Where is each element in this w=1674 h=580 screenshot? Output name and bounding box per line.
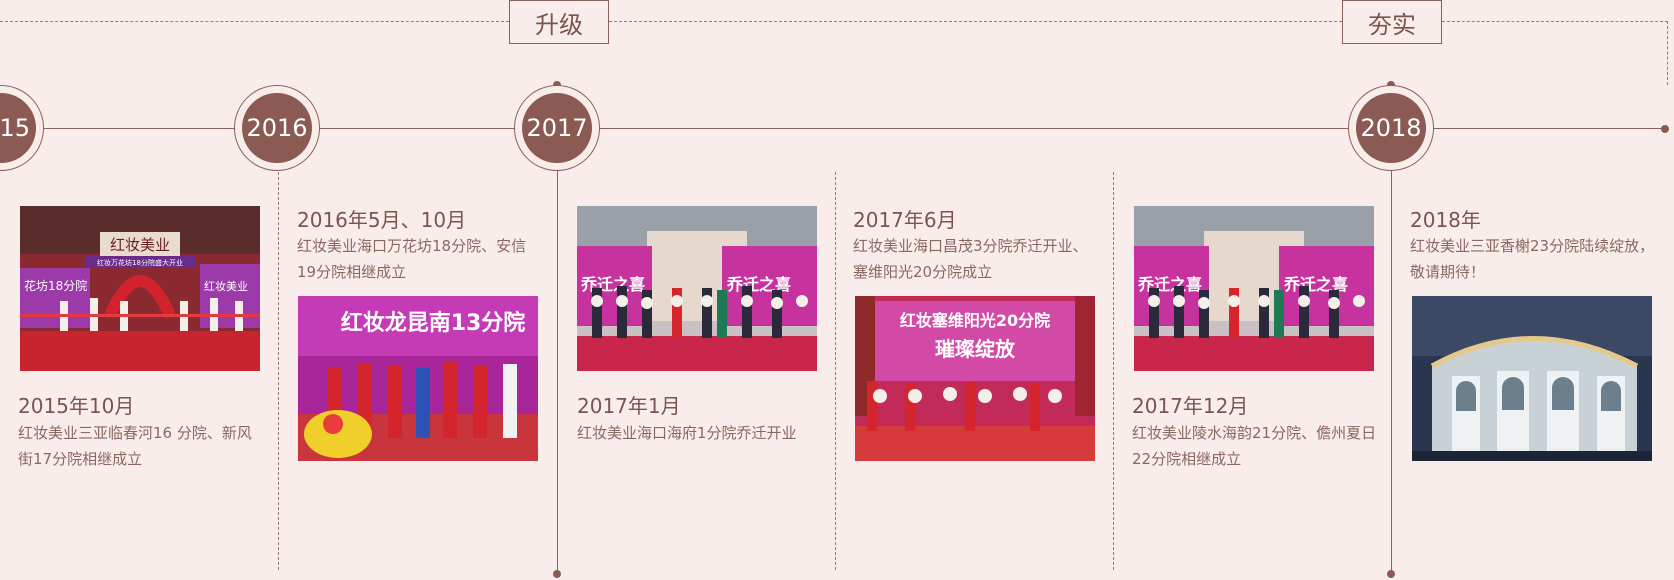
phase-line-right-end: [1667, 21, 1668, 85]
photo-2015-right-banner: 红妆美业: [204, 280, 248, 293]
event-date-2015-10: 2015年10月: [18, 394, 135, 418]
connector-2018-dot: [1387, 570, 1395, 578]
connector-2017-dot: [553, 570, 561, 578]
connector-2018: [1391, 171, 1392, 571]
event-date-2016: 2016年5月、10月: [297, 208, 467, 232]
photo-2017c-left-banner: 乔迁之喜: [1137, 275, 1202, 294]
event-desc-2017-01: 红妆美业海口海府1分院乔迁开业: [577, 424, 797, 442]
event-desc-2018: 红妆美业三亚香榭23分院陆续绽放，敬请期待！: [1410, 237, 1655, 281]
event-photo-2017-01: 乔迁之喜 乔迁之喜: [577, 206, 817, 371]
event-date-2018: 2018年: [1410, 208, 1481, 232]
event-photo-2017-12: 乔迁之喜 乔迁之喜: [1134, 206, 1374, 371]
year-label-2016: 2016: [242, 93, 312, 163]
event-desc-2015-10: 红妆美业三亚临春河16 分院、新风街17分院相继成立: [18, 424, 252, 468]
year-marker-2015: 15: [0, 85, 44, 171]
event-photo-2017-06: 红妆塞维阳光20分院 璀璨绽放: [855, 296, 1095, 461]
timeline-end-dot: [1661, 125, 1669, 133]
photo-2015-left-banner: 花坊18分院: [24, 278, 87, 293]
phase-line-right: [1442, 21, 1668, 22]
event-desc-2016: 红妆美业海口万花坊18分院、安信19分院相继成立: [297, 237, 527, 281]
year-label-2017: 2017: [522, 93, 592, 163]
phase-label-upgrade: 升级: [509, 0, 609, 44]
event-desc-2017-06: 红妆美业海口昌茂3分院乔迁开业、塞维阳光20分院成立: [853, 237, 1088, 281]
divider-2016: [278, 172, 279, 570]
phase-line-left: [0, 21, 509, 22]
event-date-2017-06: 2017年6月: [853, 208, 957, 232]
divider-2017-mid: [835, 172, 836, 570]
year-marker-2017: 2017: [514, 85, 600, 171]
photo-2015-banner: 红妆万花坊18分院盛大开业: [97, 258, 183, 267]
event-desc-2017-12: 红妆美业陵水海韵21分院、儋州夏日22分院相继成立: [1132, 424, 1377, 468]
connector-2017: [557, 171, 558, 571]
photo-2016-banner: 红妆龙昆南13分院: [341, 310, 526, 336]
phase-label-consolidate: 夯实: [1342, 0, 1442, 44]
divider-2017-late: [1113, 172, 1114, 570]
event-date-2017-01: 2017年1月: [577, 394, 681, 418]
event-photo-2015: 红妆美业 红妆万花坊18分院盛大开业 花坊18分院 红妆美业: [20, 206, 260, 371]
year-marker-2018: 2018: [1348, 85, 1434, 171]
photo-2017b-banner: 红妆塞维阳光20分院: [900, 311, 1050, 330]
event-photo-2016: 红妆龙昆南13分院: [298, 296, 538, 461]
year-label-2015: 15: [0, 93, 36, 163]
year-label-2018: 2018: [1356, 93, 1426, 163]
photo-2015-sign: 红妆美业: [110, 236, 170, 254]
photo-2017a-left-banner: 乔迁之喜: [580, 275, 645, 294]
event-date-2017-12: 2017年12月: [1132, 394, 1249, 418]
phase-line-middle: [609, 21, 1342, 22]
event-photo-2018: [1412, 296, 1652, 461]
year-marker-2016: 2016: [234, 85, 320, 171]
photo-2017b-subbanner: 璀璨绽放: [935, 337, 1016, 361]
